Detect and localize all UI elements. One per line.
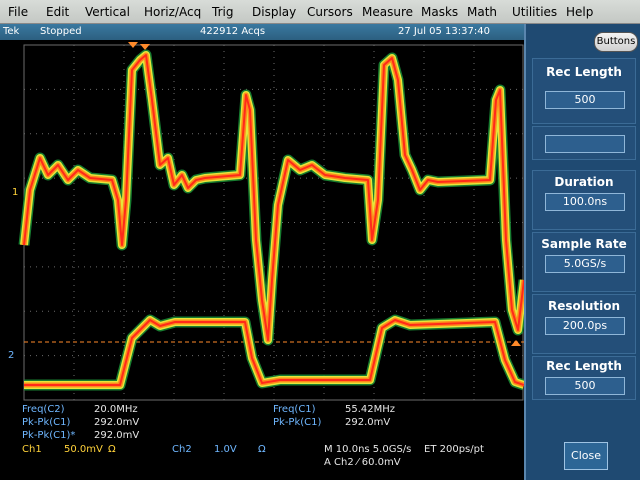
menu-cursors[interactable]: Cursors: [307, 5, 353, 19]
duration-control: Duration 100.0ns: [532, 170, 636, 230]
rec-length-title: Rec Length: [546, 65, 622, 79]
meas-freq-c2-label: Freq(C2): [22, 404, 65, 415]
sample-rate-control: Sample Rate 5.0GS/s: [532, 232, 636, 292]
empty-field[interactable]: [545, 135, 625, 153]
meas-pkpk-c1-right-label: Pk-Pk(C1): [273, 417, 322, 428]
timestamp: 27 Jul 05 13:37:40: [398, 26, 490, 37]
status-bar: Tek Stopped 422912 Acqs 27 Jul 05 13:37:…: [0, 24, 524, 40]
control-panel: Buttons Rec Length 500 Duration 100.0ns …: [524, 24, 640, 480]
trigger-readout[interactable]: A Ch2 ⁄ 60.0mV: [324, 457, 401, 468]
menu-vertical[interactable]: Vertical: [85, 5, 130, 19]
trigger-position-marker: [140, 44, 150, 50]
brand-label: Tek: [3, 26, 20, 37]
menu-trig[interactable]: Trig: [212, 5, 233, 19]
ch1-scale[interactable]: 50.0mV: [64, 444, 103, 455]
buttons-toggle-button[interactable]: Buttons: [594, 32, 638, 52]
meas-freq-c1-value: 55.42MHz: [345, 404, 396, 415]
menu-file[interactable]: File: [8, 5, 28, 19]
rec-length-2-field[interactable]: 500: [545, 377, 625, 395]
timebase-readout[interactable]: M 10.0ns 5.0GS/s: [324, 444, 411, 455]
menu-utilities[interactable]: Utilities: [512, 5, 557, 19]
ch2-impedance: Ω: [258, 444, 266, 455]
waveform-display[interactable]: 1 2 Freq(C2) 20.0MHz Pk-Pk(C1) 292.0mV P…: [0, 40, 524, 441]
rec-length-control: Rec Length 500: [532, 58, 636, 124]
ch1-impedance: Ω: [108, 444, 116, 455]
ch1-trace: [20, 51, 524, 344]
empty-control-slot: [532, 126, 636, 160]
close-button[interactable]: Close: [564, 442, 608, 470]
resolution-title: Resolution: [547, 299, 621, 313]
menu-horiz-acq[interactable]: Horiz/Acq: [144, 5, 201, 19]
menu-edit[interactable]: Edit: [46, 5, 69, 19]
acquisition-count: 422912 Acqs: [200, 26, 266, 37]
ch2-ground-marker: 2: [8, 350, 15, 361]
channel-info-bar: Ch1 50.0mV Ω Ch2 1.0V Ω M 10.0ns 5.0GS/s…: [0, 440, 524, 480]
waveform-graticule: [18, 42, 524, 401]
ch1-label[interactable]: Ch1: [22, 444, 42, 455]
menu-display[interactable]: Display: [252, 5, 296, 19]
et-readout: ET 200ps/pt: [424, 444, 484, 455]
rec-length-2-title: Rec Length: [546, 359, 622, 373]
rec-length-2-control: Rec Length 500: [532, 356, 636, 400]
menu-math[interactable]: Math: [467, 5, 497, 19]
meas-pkpk-c1-right-value: 292.0mV: [345, 417, 391, 428]
duration-title: Duration: [554, 175, 614, 189]
sample-rate-title: Sample Rate: [541, 237, 627, 251]
meas-freq-c2-value: 20.0MHz: [94, 404, 138, 415]
resolution-control: Resolution 200.0ps: [532, 294, 636, 354]
meas-pkpk-c1-label: Pk-Pk(C1): [22, 417, 71, 428]
meas-pkpk-c1-value: 292.0mV: [94, 417, 140, 428]
resolution-field[interactable]: 200.0ps: [545, 317, 625, 335]
acquisition-state: Stopped: [40, 26, 82, 37]
ch1-ground-marker: 1: [12, 187, 19, 198]
rec-length-field[interactable]: 500: [545, 91, 625, 109]
menu-measure[interactable]: Measure: [362, 5, 413, 19]
duration-field[interactable]: 100.0ns: [545, 193, 625, 211]
menu-help[interactable]: Help: [566, 5, 593, 19]
sample-rate-field[interactable]: 5.0GS/s: [545, 255, 625, 273]
ch2-scale[interactable]: 1.0V: [214, 444, 237, 455]
menu-masks[interactable]: Masks: [421, 5, 458, 19]
ch2-label[interactable]: Ch2: [172, 444, 192, 455]
trigger-level-marker: [511, 340, 521, 346]
menu-bar: File Edit Vertical Horiz/Acq Trig Displa…: [0, 0, 640, 24]
meas-freq-c1-label: Freq(C1): [273, 404, 316, 415]
